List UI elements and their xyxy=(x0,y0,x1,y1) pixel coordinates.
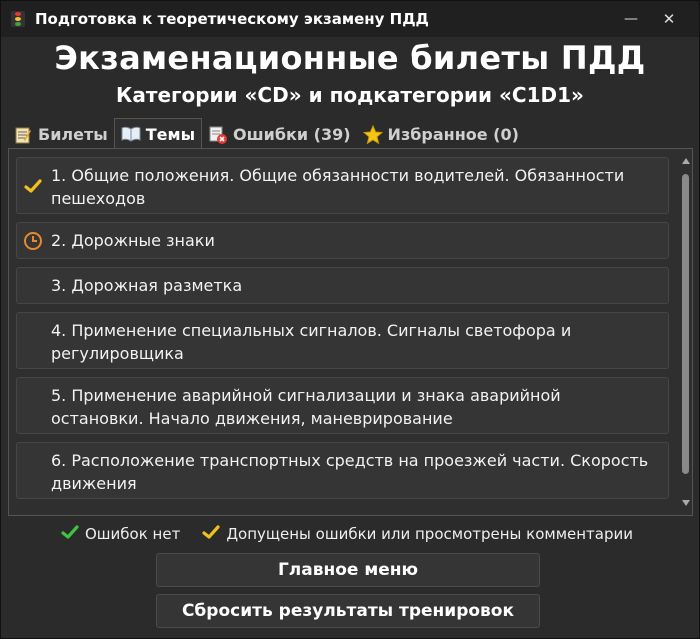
list-item[interactable]: 5. Применение аварийной сигнализации и з… xyxy=(16,377,669,434)
traffic-light-icon xyxy=(11,11,25,27)
app-window: Подготовка к теоретическому экзамену ПДД… xyxy=(0,0,700,639)
list-item-label: 3. Дорожная разметка xyxy=(51,276,243,295)
list-item-label: 6. Расположение транспортных средств на … xyxy=(51,451,649,493)
tab-bar: Билеты Темы Ошибки (39) Избранное (0) xyxy=(7,118,525,149)
tab-topics[interactable]: Темы xyxy=(113,118,203,149)
minimize-button[interactable]: — xyxy=(621,9,641,29)
list-item-label: 1. Общие положения. Общие обязанности во… xyxy=(51,166,625,208)
checkmark-green-icon xyxy=(61,524,79,544)
list-item[interactable]: 2. Дорожные знаки xyxy=(16,222,669,259)
legend-with-errors: Допущены ошибки или просмотрены коммента… xyxy=(226,525,634,543)
error-list-icon xyxy=(208,125,228,145)
scroll-thumb[interactable] xyxy=(682,174,689,474)
list-item-label: 4. Применение специальных сигналов. Сигн… xyxy=(51,321,572,363)
reset-results-button[interactable]: Сбросить результаты тренировок xyxy=(156,594,540,628)
page-title: Экзаменационные билеты ПДД xyxy=(54,39,646,77)
topics-panel: 1. Общие положения. Общие обязанности во… xyxy=(8,148,693,516)
tab-tickets-label: Билеты xyxy=(38,125,108,144)
tab-tickets[interactable]: Билеты xyxy=(7,120,114,149)
star-icon xyxy=(362,124,383,145)
list-item-label: 5. Применение аварийной сигнализации и з… xyxy=(51,386,561,428)
list-scrollbar[interactable] xyxy=(680,154,692,510)
checkmark-yellow-icon xyxy=(202,524,220,544)
legend-no-errors: Ошибок нет xyxy=(85,525,181,543)
notepad-icon xyxy=(13,125,33,145)
checkmark-yellow-icon xyxy=(22,175,44,197)
main-menu-button[interactable]: Главное меню xyxy=(156,553,540,587)
page-subtitle: Категории «CD» и подкатегории «C1D1» xyxy=(116,83,584,107)
list-item[interactable]: 4. Применение специальных сигналов. Сигн… xyxy=(16,312,669,369)
status-legend: Ошибок нет Допущены ошибки или просмотре… xyxy=(61,524,633,544)
list-item[interactable]: 1. Общие положения. Общие обязанности во… xyxy=(16,157,669,214)
scroll-up-arrow-icon[interactable] xyxy=(682,158,690,164)
title-bar: Подготовка к теоретическому экзамену ПДД… xyxy=(1,1,699,37)
tab-topics-label: Темы xyxy=(145,124,196,144)
tab-errors[interactable]: Ошибки (39) xyxy=(202,120,357,149)
open-book-icon xyxy=(121,124,141,144)
list-item-label: 2. Дорожные знаки xyxy=(51,231,215,250)
tab-errors-label: Ошибки (39) xyxy=(233,125,351,144)
clock-icon xyxy=(22,230,44,252)
close-button[interactable]: ✕ xyxy=(659,9,679,29)
tab-favorites[interactable]: Избранное (0) xyxy=(357,120,525,149)
tab-favorites-label: Избранное (0) xyxy=(387,125,519,144)
list-item[interactable]: 6. Расположение транспортных средств на … xyxy=(16,442,669,499)
topics-list: 1. Общие положения. Общие обязанности во… xyxy=(16,157,669,507)
window-title: Подготовка к теоретическому экзамену ПДД xyxy=(35,10,429,28)
scroll-down-arrow-icon[interactable] xyxy=(682,500,690,506)
list-item[interactable]: 3. Дорожная разметка xyxy=(16,267,669,304)
